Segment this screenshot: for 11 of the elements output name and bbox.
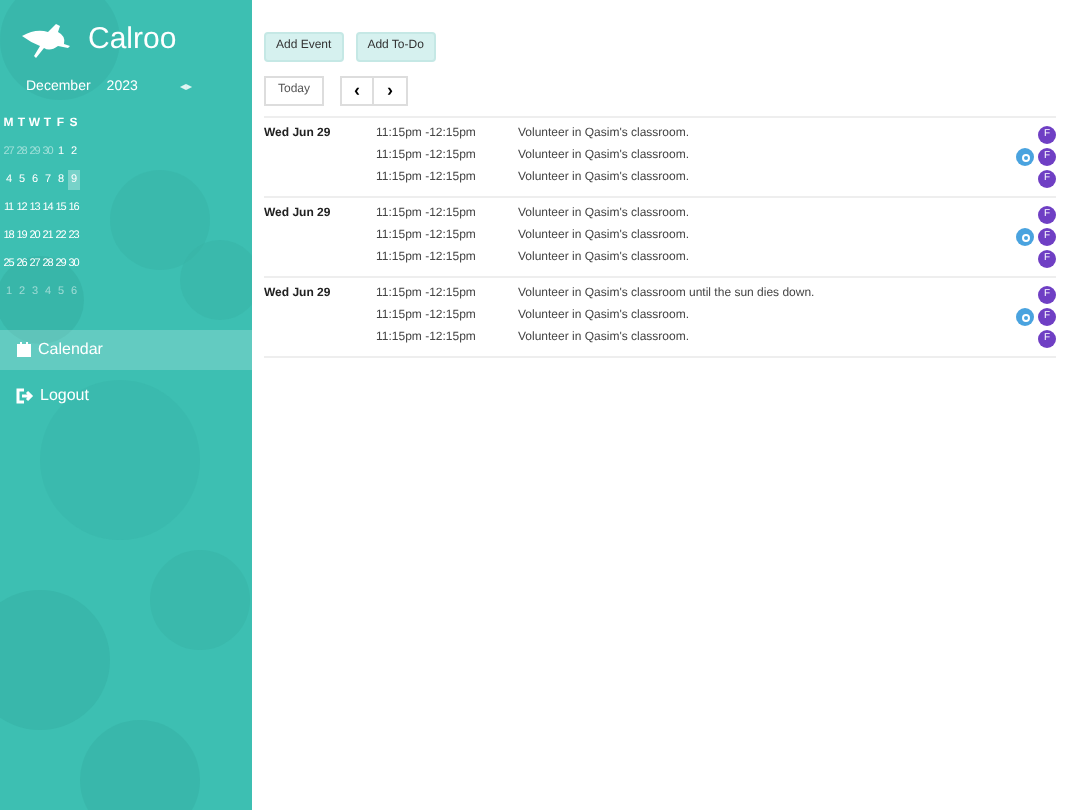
kangaroo-logo-icon (20, 20, 72, 60)
nav-item[interactable]: Calendar (0, 330, 252, 370)
app-title: Calroo (88, 19, 177, 60)
logout-icon (16, 388, 34, 404)
nav-item[interactable]: Logout (0, 376, 252, 416)
ring-icon (1016, 308, 1034, 326)
ring-icon (1016, 228, 1034, 246)
calendar-icon (16, 342, 32, 358)
next-button[interactable]: › (374, 76, 409, 106)
previous-button[interactable]: ‹ (340, 76, 375, 106)
ring-icon (1016, 148, 1034, 166)
